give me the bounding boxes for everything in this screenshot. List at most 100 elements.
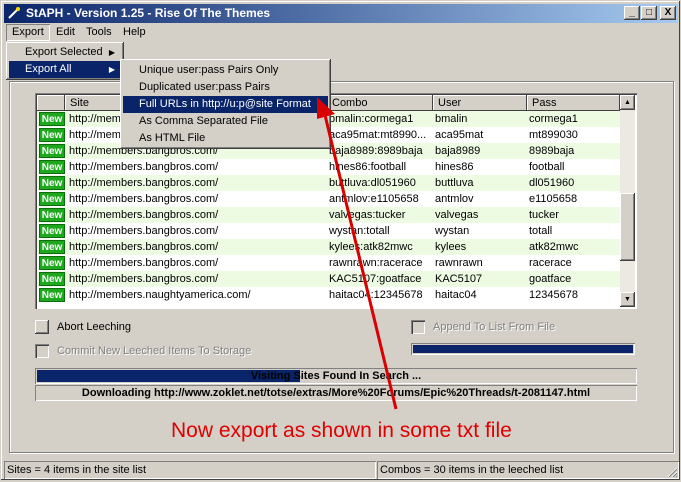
cell-user: haitac04 (435, 289, 477, 301)
visiting-status-text: Visiting Sites Found In Search ... (250, 370, 422, 382)
table-row[interactable]: New http://members.naughtyamerica.com/hai… (37, 287, 620, 303)
cell-user: antmlov (435, 193, 474, 205)
table-row[interactable]: New http://members.bangbros.com/buttluva:… (37, 175, 620, 191)
new-badge: New (39, 112, 65, 126)
scroll-down-button[interactable]: ▼ (620, 292, 635, 307)
append-progress-bar (411, 343, 635, 355)
title-bar[interactable]: StAPH - Version 1.25 - Rise Of The Theme… (4, 4, 678, 23)
new-badge: New (39, 272, 65, 286)
cell-pass: atk82mwc (529, 241, 579, 253)
cell-user: valvegas (435, 209, 479, 221)
cell-site: http://members.bangbros.com/ (69, 257, 219, 269)
cell-pass: racerace (529, 257, 572, 269)
cell-site: http://members.bangbros.com/ (69, 241, 219, 253)
abort-leeching-checkbox[interactable] (35, 320, 49, 334)
submenu-arrow-icon: ▶ (108, 48, 115, 57)
cell-pass: 12345678 (529, 289, 578, 301)
cell-pass: dl051960 (529, 177, 575, 189)
cell-combo: wystan:totall (329, 225, 390, 237)
cell-site: http://members.bangbros.com/ (69, 177, 219, 189)
cell-combo: rawnrawn:racerace (329, 257, 423, 269)
submenu-arrow-icon: ▶ (108, 65, 115, 74)
submenu-item-csv[interactable]: As Comma Separated File (123, 113, 328, 130)
resize-grip-icon[interactable] (666, 466, 678, 478)
commit-items-checkbox[interactable] (35, 344, 49, 358)
append-list-checkbox[interactable] (411, 320, 425, 334)
cell-user: kylees (435, 241, 467, 253)
cell-user: wystan (435, 225, 470, 237)
cell-pass: totall (529, 225, 553, 237)
cell-site: http://members.bangbros.com/ (69, 209, 219, 221)
submenu-item-full-urls[interactable]: Full URLs in http://u:p@site Format (123, 96, 328, 113)
table-row[interactable]: New http://members.bangbros.com/antmlov:e… (37, 191, 620, 207)
cell-user: baja8989 (435, 145, 481, 157)
cell-site: http://members.naughtyamerica.com/ (69, 289, 251, 301)
table-row[interactable]: New http://members.bangbros.com/kylees:at… (37, 239, 620, 255)
menu-tools[interactable]: Tools (80, 24, 118, 41)
new-badge: New (39, 208, 65, 222)
submenu-item-unique-pairs[interactable]: Unique user:pass Pairs Only (123, 62, 328, 79)
menu-item-export-selected[interactable]: Export Selected ▶ (9, 44, 121, 61)
menu-edit[interactable]: Edit (50, 24, 81, 41)
cell-combo: haitac04:12345678 (329, 289, 423, 301)
cell-combo: antmlov:e1105658 (329, 193, 419, 205)
cell-site: http://members.bangbros.com/ (69, 273, 219, 285)
column-header-pass[interactable]: Pass (527, 95, 620, 111)
new-badge: New (39, 240, 65, 254)
column-header-badge[interactable] (37, 95, 65, 111)
menu-export[interactable]: Export (6, 24, 50, 41)
maximize-button[interactable]: □ (641, 6, 657, 20)
abort-leeching-label: Abort Leeching (57, 321, 131, 333)
append-list-label: Append To List From File (433, 321, 556, 333)
cell-site: http://members.bangbros.com/ (69, 225, 219, 237)
column-header-combo[interactable]: Combo (327, 95, 433, 111)
menu-item-export-all[interactable]: Export All ▶ (9, 61, 121, 78)
export-all-submenu: Unique user:pass Pairs Only Duplicated u… (120, 59, 331, 149)
cell-pass: mt899030 (529, 129, 578, 141)
annotation-text: Now export as shown in some txt file (171, 419, 512, 442)
minimize-button[interactable]: _ (624, 6, 640, 20)
new-badge: New (39, 256, 65, 270)
table-row[interactable]: New http://members.bangbros.com/rawnrawn:… (37, 255, 620, 271)
table-row[interactable]: New http://members.bangbros.com/wystan:to… (37, 223, 620, 239)
column-header-user[interactable]: User (433, 95, 527, 111)
append-progress-fill (413, 345, 633, 353)
visiting-status-bar: Visiting Sites Found In Search ... (35, 368, 637, 384)
cell-user: bmalin (435, 113, 468, 125)
table-row[interactable]: New http://members.bangbros.com/hines86:f… (37, 159, 620, 175)
scroll-thumb[interactable] (620, 193, 635, 261)
cell-combo: baja8989:8989baja (329, 145, 423, 157)
vertical-scrollbar[interactable]: ▲ ▼ (620, 95, 635, 307)
new-badge: New (39, 288, 65, 302)
cell-combo: KAC5107:goatface (329, 273, 422, 285)
cell-pass: tucker (529, 209, 559, 221)
new-badge: New (39, 176, 65, 190)
commit-items-label: Commit New Leeched Items To Storage (57, 345, 252, 357)
close-button[interactable]: X (660, 6, 676, 20)
cell-pass: goatface (529, 273, 572, 285)
new-badge: New (39, 144, 65, 158)
submenu-item-html[interactable]: As HTML File (123, 130, 328, 147)
table-row[interactable]: New http://members.bangbros.com/KAC5107:g… (37, 271, 620, 287)
cell-pass: cormega1 (529, 113, 578, 125)
main-window: StAPH - Version 1.25 - Rise Of The Theme… (0, 0, 681, 481)
app-icon (8, 7, 20, 19)
new-badge: New (39, 160, 65, 174)
submenu-item-duplicated-pairs[interactable]: Duplicated user:pass Pairs (123, 79, 328, 96)
cell-pass: football (529, 161, 565, 173)
scroll-up-button[interactable]: ▲ (620, 95, 635, 110)
cell-user: aca95mat (435, 129, 484, 141)
cell-combo: kylees:atk82mwc (329, 241, 413, 253)
menu-help[interactable]: Help (117, 24, 152, 41)
cell-site: http://members.bangbros.com/ (69, 161, 219, 173)
footer-combos: Combos = 30 items in the leeched list (377, 461, 679, 479)
export-menu: Export Selected ▶ Export All ▶ (6, 42, 124, 80)
cell-user: KAC5107 (435, 273, 483, 285)
cell-pass: 8989baja (529, 145, 575, 157)
cell-user: buttluva (435, 177, 474, 189)
cell-user: hines86 (435, 161, 474, 173)
cell-combo: aca95mat:mt8990... (329, 129, 427, 141)
cell-site: http://members.bangbros.com/ (69, 193, 219, 205)
new-badge: New (39, 128, 65, 142)
table-row[interactable]: New http://members.bangbros.com/valvegas:… (37, 207, 620, 223)
